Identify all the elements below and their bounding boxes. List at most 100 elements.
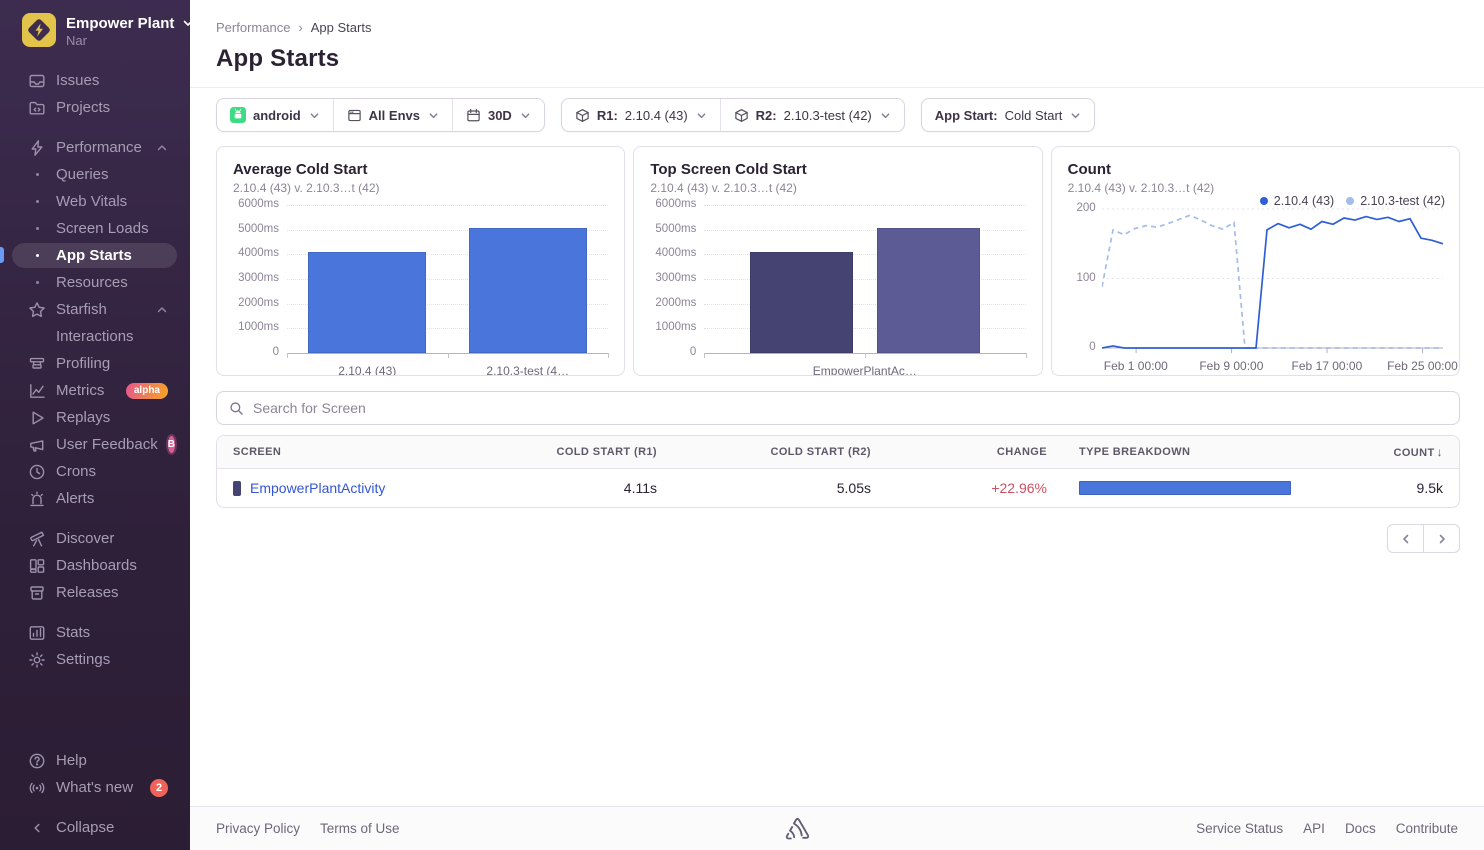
column-header-count[interactable]: COUNT↓ xyxy=(1307,445,1459,459)
org-subtitle: Nar xyxy=(66,33,87,48)
contribute-link[interactable]: Contribute xyxy=(1396,821,1458,836)
sidebar-item-app-starts[interactable]: App Starts xyxy=(0,242,190,269)
previous-page-button[interactable] xyxy=(1387,524,1424,553)
sidebar-item-label: App Starts xyxy=(56,247,132,264)
y-axis-label: 4000ms xyxy=(646,247,696,259)
app-start-type-filter[interactable]: App Start: Cold Start xyxy=(922,99,1095,131)
bullet-icon xyxy=(28,281,46,284)
breadcrumb-performance[interactable]: Performance xyxy=(216,20,290,35)
sidebar-item-releases[interactable]: Releases xyxy=(0,579,190,606)
sentry-logo-icon xyxy=(400,816,1197,841)
screens-table: SCREEN COLD START (R1) COLD START (R2) C… xyxy=(216,435,1460,508)
date-range-filter[interactable]: 30D xyxy=(453,99,544,131)
sidebar-item-help[interactable]: Help xyxy=(0,747,190,774)
org-switcher[interactable]: Empower Plant Nar xyxy=(0,0,190,60)
release1-filter[interactable]: R1: 2.10.4 (43) xyxy=(562,99,721,131)
y-axis-label: 0 xyxy=(1066,341,1096,353)
sidebar-item-performance[interactable]: Performance xyxy=(0,134,190,161)
privacy-policy-link[interactable]: Privacy Policy xyxy=(216,821,300,836)
y-axis-label: 0 xyxy=(646,346,696,358)
sidebar-item-whats-new[interactable]: What's new 2 xyxy=(0,774,190,801)
sidebar-item-label: Help xyxy=(56,752,87,769)
chart-title: Average Cold Start xyxy=(233,161,608,178)
android-icon xyxy=(230,107,246,123)
chart-subtitle: 2.10.4 (43) v. 2.10.3…t (42) xyxy=(233,181,608,195)
y-axis-label: 3000ms xyxy=(229,272,279,284)
column-header-type-breakdown[interactable]: TYPE BREAKDOWN xyxy=(1063,446,1307,458)
bullet-icon xyxy=(28,200,46,203)
gridline xyxy=(704,205,1025,206)
environment-filter-label: All Envs xyxy=(369,108,420,123)
projects-icon xyxy=(28,99,46,117)
next-page-button[interactable] xyxy=(1423,524,1460,553)
column-header-cold-start-r1[interactable]: COLD START (R1) xyxy=(477,446,673,458)
main-area: Performance › App Starts App Starts andr… xyxy=(190,0,1484,850)
sidebar-item-stats[interactable]: Stats xyxy=(0,619,190,646)
chevron-down-icon xyxy=(520,110,531,121)
sidebar-item-label: Interactions xyxy=(56,328,134,345)
cold-start-r2-cell: 5.05s xyxy=(673,480,887,496)
telescope-icon xyxy=(28,530,46,548)
screen-search-bar xyxy=(216,391,1460,425)
axis-tick xyxy=(448,353,449,358)
sidebar-item-metrics[interactable]: Metrics alpha xyxy=(0,377,190,404)
service-status-link[interactable]: Service Status xyxy=(1196,821,1283,836)
chart-subtitle: 2.10.4 (43) v. 2.10.3…t (42) xyxy=(650,181,1025,195)
sidebar-item-replays[interactable]: Replays xyxy=(0,404,190,431)
sidebar-item-discover[interactable]: Discover xyxy=(0,525,190,552)
sidebar-item-label: Metrics xyxy=(56,382,104,399)
chart-title: Count xyxy=(1068,161,1443,178)
filter-bar: android All Envs 30D R1: xyxy=(216,98,1460,132)
sidebar-item-label: Profiling xyxy=(56,355,110,372)
api-link[interactable]: API xyxy=(1303,821,1325,836)
release-filter-group: R1: 2.10.4 (43) R2: 2.10.3-test (42) xyxy=(561,98,905,132)
screen-link[interactable]: EmpowerPlantActivity xyxy=(250,480,385,496)
sidebar-item-starfish[interactable]: Starfish xyxy=(0,296,190,323)
sidebar-item-user-feedback[interactable]: User Feedback B xyxy=(0,431,190,458)
y-axis-label: 6000ms xyxy=(646,198,696,210)
bar-chart-plot: 6000ms5000ms4000ms3000ms2000ms1000ms0 xyxy=(704,205,1025,353)
y-axis-label: 200 xyxy=(1066,202,1096,214)
clock-icon xyxy=(28,463,46,481)
x-axis-label: 2.10.3-test (4… xyxy=(486,364,569,376)
sidebar-item-projects[interactable]: Projects xyxy=(0,94,190,121)
profiling-icon xyxy=(28,355,46,373)
sidebar-item-web-vitals[interactable]: Web Vitals xyxy=(0,188,190,215)
app-start-prefix: App Start: xyxy=(935,108,998,123)
terms-of-use-link[interactable]: Terms of Use xyxy=(320,821,400,836)
x-axis-label: Feb 1 00:00 xyxy=(1104,359,1168,373)
sidebar-item-profiling[interactable]: Profiling xyxy=(0,350,190,377)
bar xyxy=(308,252,426,353)
grid-icon xyxy=(28,557,46,575)
sidebar-item-interactions[interactable]: Interactions xyxy=(0,323,190,350)
chart-card-count: Count 2.10.4 (43) v. 2.10.3…t (42) 2.10.… xyxy=(1051,146,1460,376)
axis-tick xyxy=(704,353,705,358)
megaphone-icon xyxy=(28,436,46,454)
x-axis-labels: EmpowerPlantAc… xyxy=(704,361,1025,376)
sidebar-item-crons[interactable]: Crons xyxy=(0,458,190,485)
sidebar-item-queries[interactable]: Queries xyxy=(0,161,190,188)
chevron-down-icon xyxy=(1070,110,1081,121)
sidebar-collapse-button[interactable]: Collapse xyxy=(0,814,190,841)
sidebar-bottom: Help What's new 2 Collapse xyxy=(0,747,190,850)
sidebar-item-resources[interactable]: Resources xyxy=(0,269,190,296)
sidebar-item-screen-loads[interactable]: Screen Loads xyxy=(0,215,190,242)
environment-filter[interactable]: All Envs xyxy=(334,99,453,131)
search-input[interactable] xyxy=(253,400,1447,416)
column-header-screen[interactable]: SCREEN xyxy=(217,446,477,458)
sidebar-item-settings[interactable]: Settings xyxy=(0,646,190,673)
sidebar-item-issues[interactable]: Issues xyxy=(0,67,190,94)
y-axis-label: 1000ms xyxy=(646,321,696,333)
archive-icon xyxy=(28,584,46,602)
release2-filter[interactable]: R2: 2.10.3-test (42) xyxy=(721,99,904,131)
sidebar-item-alerts[interactable]: Alerts xyxy=(0,485,190,512)
column-header-change[interactable]: CHANGE xyxy=(887,446,1063,458)
sidebar-item-dashboards[interactable]: Dashboards xyxy=(0,552,190,579)
docs-link[interactable]: Docs xyxy=(1345,821,1376,836)
sidebar-item-label: Crons xyxy=(56,463,96,480)
bar xyxy=(750,252,853,353)
project-filter[interactable]: android xyxy=(217,99,334,131)
bar xyxy=(469,228,587,353)
active-item-indicator xyxy=(0,247,4,263)
column-header-cold-start-r2[interactable]: COLD START (R2) xyxy=(673,446,887,458)
